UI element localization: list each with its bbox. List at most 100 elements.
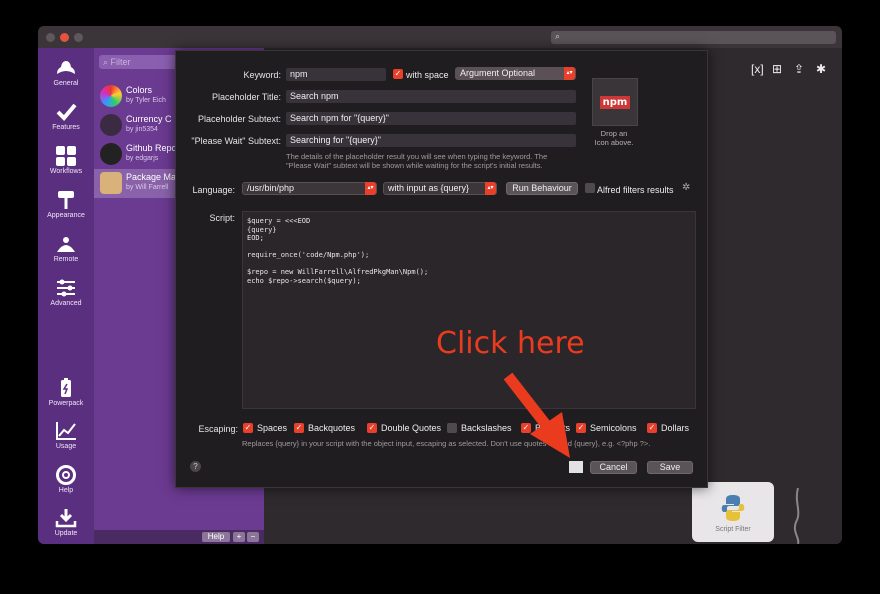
script-editor[interactable]: $query = <<<EOD {query} EOD; require_onc…	[242, 211, 696, 409]
alfred-filters-checkbox[interactable]	[585, 183, 595, 193]
run-behaviour-button[interactable]: Run Behaviour	[506, 182, 578, 195]
escaping-spaces-checkbox[interactable]: ✓	[243, 423, 253, 433]
titlebar: ⌕	[38, 26, 842, 48]
rail-item-general[interactable]: General	[38, 58, 94, 87]
workflow-author: by edgarjs	[126, 155, 159, 162]
checkmark-icon	[56, 103, 77, 121]
connection-line	[793, 488, 800, 544]
escaping-label: Escaping:	[198, 424, 238, 434]
workflow-icon	[100, 85, 122, 107]
chevron-updown-icon: ▴▾	[485, 182, 496, 195]
gear-icon[interactable]: ✲	[682, 182, 690, 193]
escaping-backslashes-checkbox[interactable]	[447, 423, 457, 433]
save-button[interactable]: Save	[647, 461, 693, 474]
debug-icon[interactable]: ✱	[816, 62, 828, 76]
rail-item-workflows[interactable]: Workflows	[38, 146, 94, 175]
placeholder-subtext-field[interactable]: Search npm for "{query}"	[286, 112, 576, 125]
with-space-checkbox[interactable]: ✓	[393, 69, 403, 79]
workflow-author: by jin5354	[126, 126, 158, 133]
please-wait-label: "Please Wait" Subtext:	[191, 136, 281, 146]
rail-item-usage[interactable]: Usage	[38, 421, 94, 450]
language-select[interactable]: /usr/bin/php ▴▾	[242, 182, 377, 195]
please-wait-field[interactable]: Searching for "{query}"	[286, 134, 576, 147]
list-footer: Help + −	[94, 530, 264, 544]
remove-workflow-button[interactable]: −	[247, 532, 259, 542]
filter-placeholder: Filter	[110, 57, 131, 67]
input-mode-value: with input as {query}	[388, 183, 470, 193]
rail-item-update[interactable]: Update	[38, 508, 94, 537]
add-object-icon[interactable]: ⊞	[772, 62, 784, 76]
add-workflow-button[interactable]: +	[233, 532, 245, 542]
rail-item-label: Usage	[55, 443, 77, 450]
placeholder-hint-line1: The details of the placeholder result yo…	[286, 152, 548, 161]
npm-logo-icon: npm	[600, 96, 630, 109]
hat-icon	[57, 61, 75, 74]
zoom-window-button[interactable]	[74, 33, 83, 42]
rail-item-label: Features	[52, 124, 80, 131]
filter-input[interactable]: ⌕ Filter	[99, 55, 179, 69]
script-code: $query = <<<EOD {query} EOD; require_onc…	[247, 217, 429, 285]
escaping-backquotes-label: Backquotes	[308, 423, 356, 433]
share-icon[interactable]: ⇪	[794, 62, 806, 76]
rail-item-appearance[interactable]: Appearance	[38, 190, 94, 219]
argument-select-value: Argument Optional	[460, 68, 536, 78]
cancel-button[interactable]: Cancel	[590, 461, 637, 474]
placeholder-title-field[interactable]: Search npm	[286, 90, 576, 103]
script-filter-node[interactable]: Script Filter	[692, 482, 774, 542]
keyword-field[interactable]: npm	[286, 68, 386, 81]
help-icon[interactable]: ?	[190, 461, 201, 472]
sliders-icon	[57, 279, 75, 297]
script-filter-dialog: Keyword: npm ✓ with space Argument Optio…	[175, 50, 708, 488]
package-icon	[100, 172, 122, 194]
rail-item-features[interactable]: Features	[38, 102, 94, 131]
workflow-title: Currency C	[126, 114, 172, 124]
input-mode-select[interactable]: with input as {query} ▴▾	[383, 182, 497, 195]
escaping-dollars-checkbox[interactable]: ✓	[647, 423, 657, 433]
rail-item-label: General	[53, 80, 79, 87]
search-input[interactable]: ⌕	[551, 31, 836, 44]
escaping-semicolons-label: Semicolons	[590, 423, 637, 433]
grid-icon	[56, 146, 76, 166]
escaping-dollars-label: Dollars	[661, 423, 690, 433]
rail-item-label: Remote	[53, 256, 79, 263]
variables-icon[interactable]: [x]	[751, 62, 764, 76]
preferences-sidebar: General Features Workflows Appearance Re…	[38, 48, 94, 544]
rail-item-label: Advanced	[50, 300, 82, 307]
github-icon	[100, 143, 122, 165]
script-filter-label: Script Filter	[715, 526, 751, 533]
placeholder-subtext-label: Placeholder Subtext:	[197, 114, 281, 124]
workflow-icon-well[interactable]: npm	[592, 78, 638, 126]
chevron-updown-icon: ▴▾	[564, 67, 575, 80]
chevron-updown-icon: ▴▾	[365, 182, 376, 195]
alfred-preferences-window: ⌕ General Features Workflows Appearance …	[38, 26, 842, 544]
escaping-double-quotes-label: Double Quotes	[381, 423, 442, 433]
escaping-backquotes-checkbox[interactable]: ✓	[294, 423, 304, 433]
workflow-title: Github Repo	[126, 143, 177, 153]
escaping-spaces-label: Spaces	[257, 423, 288, 433]
escaping-double-quotes-checkbox[interactable]: ✓	[367, 423, 377, 433]
rail-item-label: Workflows	[49, 168, 83, 175]
rail-item-label: Update	[54, 530, 78, 537]
script-label: Script:	[209, 213, 235, 223]
workflow-title: Colors	[126, 85, 153, 95]
keyword-label: Keyword:	[243, 70, 281, 80]
close-window-button[interactable]	[46, 33, 55, 42]
argument-select[interactable]: Argument Optional ▴▾	[455, 67, 576, 80]
workflow-title: Package Ma	[126, 172, 177, 182]
search-icon: ⌕	[555, 31, 561, 41]
highlighted-target-box[interactable]	[569, 461, 583, 473]
rail-item-powerpack[interactable]: Powerpack	[38, 378, 94, 407]
python-icon	[721, 495, 745, 521]
annotation-arrow-icon	[503, 372, 570, 458]
download-icon	[55, 509, 77, 528]
rail-item-label: Help	[58, 487, 74, 494]
rail-item-remote[interactable]: Remote	[38, 234, 94, 263]
rail-item-help[interactable]: Help	[38, 465, 94, 494]
minimize-window-button[interactable]	[60, 33, 69, 42]
rail-item-advanced[interactable]: Advanced	[38, 278, 94, 307]
help-button[interactable]: Help	[202, 532, 230, 542]
workflow-author: by Tyler Eich	[126, 97, 166, 104]
placeholder-title-label: Placeholder Title:	[211, 92, 281, 102]
lifebuoy-icon	[56, 465, 76, 485]
chart-icon	[56, 422, 76, 440]
